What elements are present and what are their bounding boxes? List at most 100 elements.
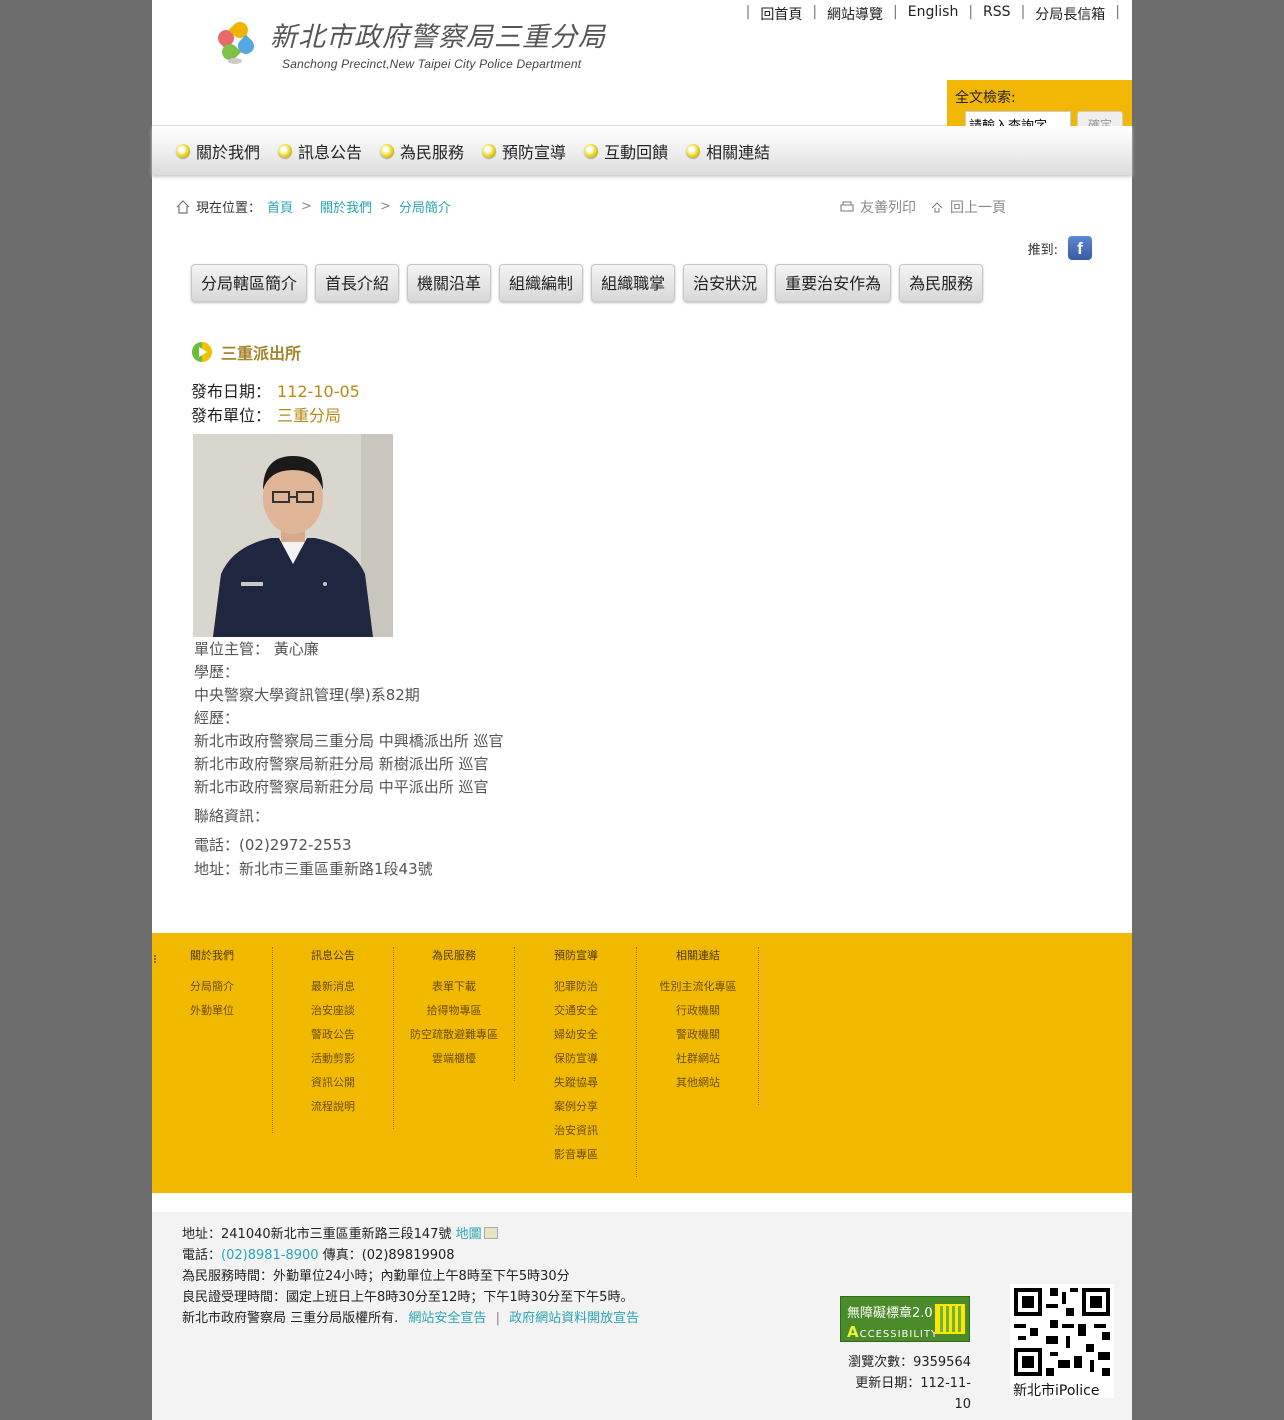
nav-item-services[interactable]: 為民服務 <box>380 139 464 163</box>
bullet-icon <box>584 143 599 158</box>
breadcrumb-current[interactable]: 分局簡介 <box>399 197 451 216</box>
site-title: 新北市政府警察局三重分局 <box>270 22 606 53</box>
footer-link[interactable]: 性別主流化專區 <box>638 975 758 999</box>
contact-address: 地址：新北市三重區重新路1段43號 <box>194 860 433 878</box>
top-link-home[interactable]: 回首頁 <box>760 4 802 24</box>
top-link-sitemap[interactable]: 網站導覽 <box>827 4 883 24</box>
footer-link[interactable]: 保防宣導 <box>516 1047 636 1071</box>
footer-link[interactable]: 犯罪防治 <box>516 975 636 999</box>
footer-link[interactable]: 分局簡介 <box>152 975 272 999</box>
breadcrumb-home[interactable]: 首頁 <box>267 197 293 216</box>
footer-link[interactable]: 資訊公開 <box>273 1071 393 1095</box>
contact-info: 地址：241040新北市三重區重新路三段147號 地圖 電話：(02)8981-… <box>182 1227 640 1326</box>
nav-item-news[interactable]: 訊息公告 <box>278 139 362 163</box>
site-subtitle: Sanchong Precinct,New Taipei City Police… <box>282 57 582 71</box>
bio-experience-label: 經歷： <box>194 709 240 727</box>
tab-history[interactable]: 機關沿革 <box>407 264 492 302</box>
article-title: 三重派出所 <box>191 340 301 364</box>
page: 新北市政府警察局三重分局 Sanchong Precinct,New Taipe… <box>152 0 1132 1420</box>
footer-col-services: 為民服務 表單下載 拾得物專區 防空疏散避難專區 雲端櫃檯 <box>394 947 515 1081</box>
contact-phone: 電話：(02)2972-2553 <box>194 836 352 854</box>
nav-item-prevention[interactable]: 預防宣導 <box>482 139 566 163</box>
footer-link[interactable]: 失蹤協尋 <box>516 1071 636 1095</box>
footer-link[interactable]: 案例分享 <box>516 1095 636 1119</box>
tab-organization[interactable]: 組織編制 <box>499 264 584 302</box>
top-link-mailbox[interactable]: 分局長信箱 <box>1035 4 1105 24</box>
footer-link[interactable]: 治安座談 <box>273 999 393 1023</box>
tab-security-status[interactable]: 治安狀況 <box>683 264 768 302</box>
officer-bio: 單位主管： 黃心廉 學歷： 中央警察大學資訊管理(學)系82期 經歷： 新北市政… <box>194 638 504 881</box>
share-bar: 推到: f <box>1028 236 1092 260</box>
publish-unit: 發布單位： 三重分局 <box>191 406 342 425</box>
footer-address: 地址：241040新北市三重區重新路三段147號 <box>182 1227 452 1242</box>
breadcrumb: 現在位置： 首頁 > 關於我們 > 分局簡介 <box>176 197 451 216</box>
nav-item-about[interactable]: 關於我們 <box>176 139 260 163</box>
bio-chief: 單位主管： 黃心廉 <box>194 640 319 658</box>
certificate-hours: 良民證受理時間：國定上班日上午8時30分至12時；下午1時30分至下午5時。 <box>182 1290 634 1305</box>
footer-nav: 關於我們 分局簡介 外勤單位 訊息公告 最新消息 治安座談 警政公告 活動剪影 … <box>152 933 1132 1193</box>
officer-photo <box>193 434 393 637</box>
sub-tabs: 分局轄區簡介 首長介紹 機關沿革 組織編制 組織職掌 治安狀況 重要治安作為 為… <box>191 264 991 302</box>
map-icon[interactable] <box>483 1227 498 1239</box>
footer-link[interactable]: 其他網站 <box>638 1071 758 1095</box>
footer-link[interactable]: 警政公告 <box>273 1023 393 1047</box>
breadcrumb-about[interactable]: 關於我們 <box>320 197 372 216</box>
copyright: 新北市政府警察局 三重分局版權所有. <box>182 1311 399 1326</box>
footer-link[interactable]: 最新消息 <box>273 975 393 999</box>
tab-public-service[interactable]: 為民服務 <box>899 264 984 302</box>
footer-link[interactable]: 婦幼安全 <box>516 1023 636 1047</box>
tab-duties[interactable]: 組織職掌 <box>591 264 676 302</box>
bio-education-label: 學歷： <box>194 663 240 681</box>
nav-item-feedback[interactable]: 互動回饋 <box>584 139 668 163</box>
bio-experience-2: 新北市政府警察局新莊分局 新樹派出所 巡官 <box>194 755 489 773</box>
footer-link[interactable]: 交通安全 <box>516 999 636 1023</box>
breadcrumb-row: 現在位置： 首頁 > 關於我們 > 分局簡介 友善列印 回上一頁 <box>152 175 1132 235</box>
bullet-icon <box>176 143 190 158</box>
page-tools: 友善列印 回上一頁 <box>826 197 1006 217</box>
footer-link[interactable]: 活動剪影 <box>273 1047 393 1071</box>
top-links: | 回首頁 | 網站導覽 | English | RSS | 分局長信箱 | <box>745 4 1120 24</box>
footer-link[interactable]: 表單下載 <box>394 975 514 999</box>
footer-link[interactable]: 雲端櫃檯 <box>394 1047 514 1071</box>
search-label: 全文檢索: <box>955 90 1016 106</box>
footer-phone-link[interactable]: (02)8981-8900 <box>221 1248 319 1263</box>
search-button[interactable]: 確定 <box>1077 111 1123 126</box>
footer-link[interactable]: 治安資訊 <box>516 1119 636 1143</box>
map-link[interactable]: 地圖 <box>456 1227 482 1242</box>
open-data-link[interactable]: 政府網站資料開放宣告 <box>509 1311 639 1326</box>
bio-experience-3: 新北市政府警察局新莊分局 中平派出所 巡官 <box>194 778 489 796</box>
footer-link[interactable]: 外勤單位 <box>152 999 272 1023</box>
footer-link[interactable]: 防空疏散避難專區 <box>394 1023 514 1047</box>
breadcrumb-prefix: 現在位置： <box>196 201 262 216</box>
security-policy-link[interactable]: 網站安全宣告 <box>408 1311 486 1326</box>
accessibility-badge[interactable]: 無障礙標章2.0 ACCESSIBILITY <box>840 1296 970 1342</box>
facebook-icon[interactable]: f <box>1068 236 1092 260</box>
footer-link[interactable]: 影音專區 <box>516 1143 636 1167</box>
footer-link[interactable]: 流程說明 <box>273 1095 393 1119</box>
footer-link[interactable]: 拾得物專區 <box>394 999 514 1023</box>
top-link-english[interactable]: English <box>908 4 959 24</box>
search-panel: 全文檢索: 確定 <box>947 80 1132 126</box>
footer-col-about: 關於我們 分局簡介 外勤單位 <box>152 947 273 1133</box>
back-button[interactable]: 回上一頁 <box>930 197 1006 217</box>
footer-link[interactable]: 社群網站 <box>638 1047 758 1071</box>
view-count: 瀏覽次數：9359564 <box>848 1355 971 1370</box>
footer-link[interactable]: 行政機關 <box>638 999 758 1023</box>
footer-col-links: 相關連結 性別主流化專區 行政機關 警政機關 社群網站 其他網站 <box>638 947 759 1105</box>
search-input[interactable] <box>965 111 1071 126</box>
top-link-rss[interactable]: RSS <box>983 4 1011 24</box>
site-logo[interactable]: 新北市政府警察局三重分局 Sanchong Precinct,New Taipe… <box>214 18 606 72</box>
tab-key-actions[interactable]: 重要治安作為 <box>775 264 892 302</box>
bio-experience-1: 新北市政府警察局三重分局 中興橋派出所 巡官 <box>194 732 504 750</box>
play-icon <box>192 342 212 362</box>
nav-item-links[interactable]: 相關連結 <box>686 139 770 163</box>
footer-fax: 傳真：(02)89819908 <box>322 1248 455 1263</box>
tab-district-intro[interactable]: 分局轄區簡介 <box>191 264 308 302</box>
tab-chief-intro[interactable]: 首長介紹 <box>315 264 400 302</box>
printer-icon <box>840 201 854 212</box>
footer-link[interactable]: 警政機關 <box>638 1023 758 1047</box>
print-button[interactable]: 友善列印 <box>840 197 916 217</box>
bullet-icon <box>482 143 497 158</box>
share-label: 推到: <box>1027 242 1058 258</box>
logo-emblem-icon <box>214 18 258 72</box>
